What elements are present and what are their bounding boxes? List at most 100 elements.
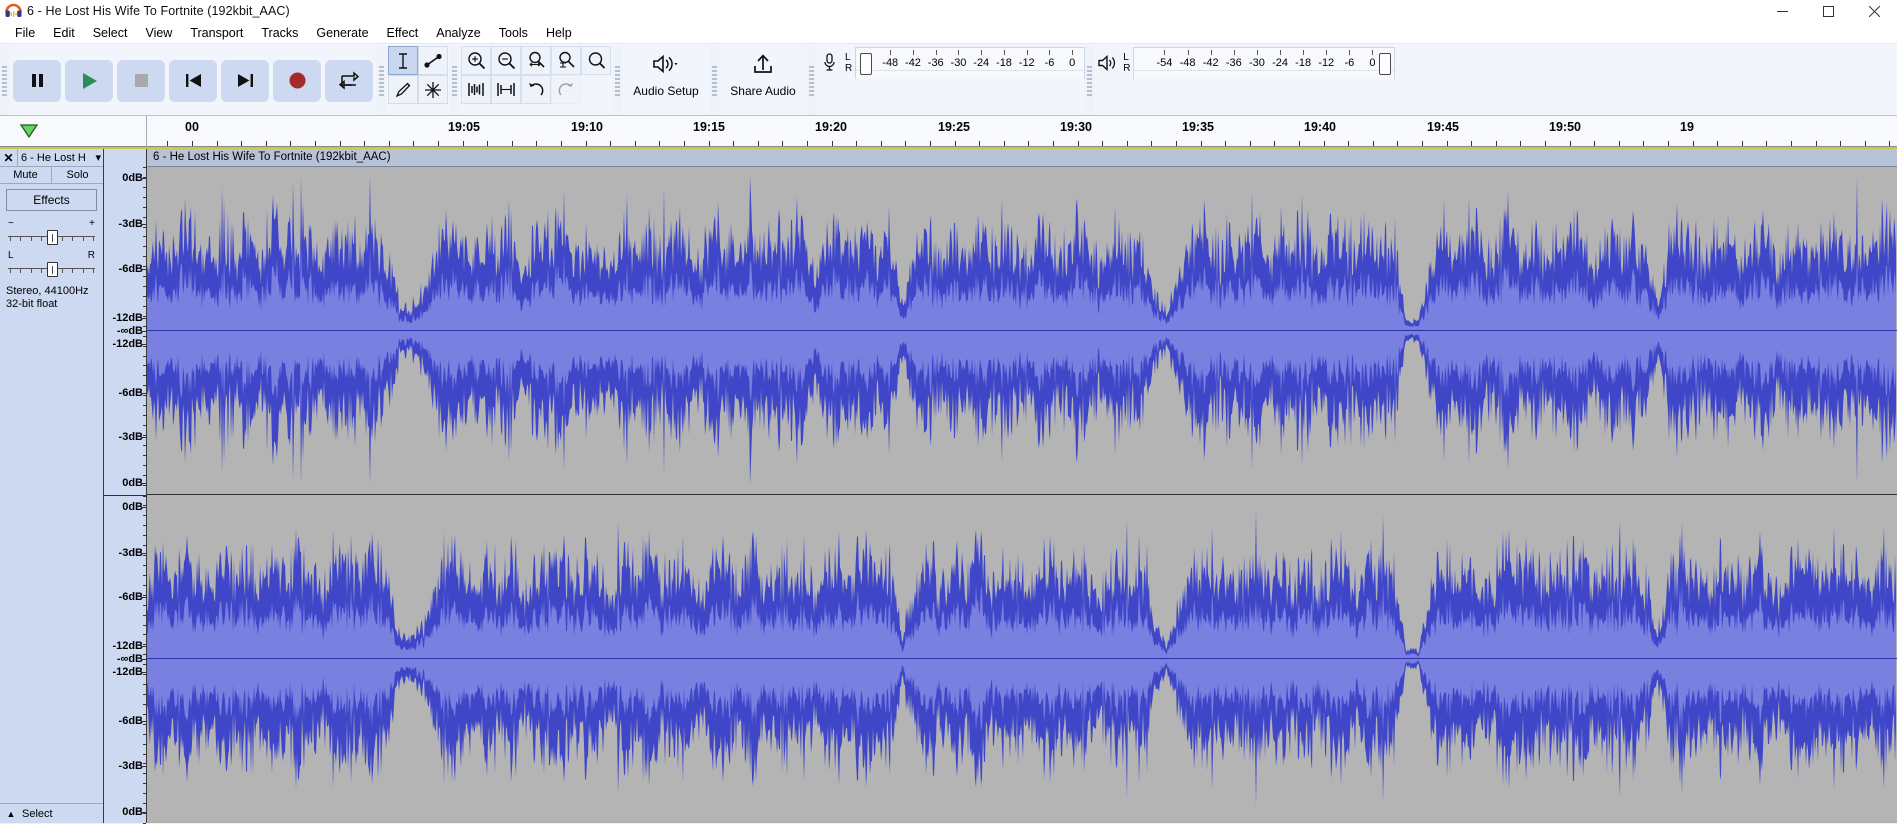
gain-slider-thumb[interactable] xyxy=(46,230,58,245)
fit-project-button[interactable] xyxy=(551,46,581,75)
multi-tool-button[interactable] xyxy=(418,75,448,104)
menu-view[interactable]: View xyxy=(136,24,181,42)
db-ruler-minor-tick xyxy=(143,335,146,337)
share-audio-toolbar-grip[interactable] xyxy=(710,46,719,115)
timeline-tick xyxy=(216,141,218,146)
playback-meter-channels: L R xyxy=(1120,52,1133,74)
microphone-icon xyxy=(816,52,842,74)
gain-slider[interactable]: − + xyxy=(8,219,95,245)
vertical-db-ruler[interactable]: 0dB -3dB -6dB -12dB -∞dB -12dB -6dB -3dB 0dB 0dB -… xyxy=(104,149,147,824)
db-ruler-label: -3dB xyxy=(118,546,143,559)
meter-tick-label: -24 xyxy=(973,57,990,69)
waveform-display[interactable]: 6 - He Lost His Wife To Fortnite (192kbi… xyxy=(147,149,1897,823)
meter-tick-label: -12 xyxy=(1018,57,1035,69)
timeline-tick xyxy=(1003,141,1005,146)
menu-transport[interactable]: Transport xyxy=(181,24,252,42)
track-title-dropdown[interactable]: 6 - He Lost H ▾ xyxy=(18,151,103,165)
timeline-ruler[interactable]: 00 19:05 19:10 19:15 19:20 19:25 19:30 19:35 19:… xyxy=(147,116,1897,146)
menu-analyze[interactable]: Analyze xyxy=(427,24,489,42)
close-button[interactable] xyxy=(1851,0,1897,22)
transport-toolbar-grip[interactable] xyxy=(0,46,9,115)
recording-meter-grip[interactable] xyxy=(807,46,816,115)
fit-selection-button[interactable] xyxy=(521,46,551,75)
effects-button[interactable]: Effects xyxy=(6,189,97,211)
timeline-tick xyxy=(1348,141,1350,146)
db-ruler-minor-tick xyxy=(143,624,146,626)
playback-volume-slider[interactable] xyxy=(1379,53,1392,75)
waveform-left-svg xyxy=(147,167,1897,494)
menu-generate[interactable]: Generate xyxy=(307,24,377,42)
timeline-left-gutter xyxy=(0,116,147,146)
menu-tools[interactable]: Tools xyxy=(490,24,537,42)
waveform-channel-left[interactable] xyxy=(147,167,1897,494)
envelope-tool-button[interactable] xyxy=(418,46,448,75)
waveform-channel-right[interactable] xyxy=(147,494,1897,822)
recording-meter[interactable]: L R -48 -42 -36 -30 -24 -18 -12 -6 0 xyxy=(816,46,1086,80)
clip-title-bar[interactable]: 6 - He Lost His Wife To Fortnite (192kbi… xyxy=(147,149,1897,167)
timeline-tick xyxy=(708,141,710,146)
audio-setup-toolbar-grip[interactable] xyxy=(613,46,622,115)
menu-tracks[interactable]: Tracks xyxy=(252,24,307,42)
tools-toolbar-grip[interactable] xyxy=(377,46,386,115)
recording-meter-scale[interactable]: -48 -42 -36 -30 -24 -18 -12 -6 0 xyxy=(855,47,1086,79)
db-ruler-minor-tick xyxy=(143,296,146,297)
select-track-button[interactable]: Select xyxy=(22,808,53,820)
edit-toolbar-grip[interactable] xyxy=(450,46,459,115)
db-ruler-minor-tick xyxy=(143,345,146,347)
db-ruler-minor-tick xyxy=(143,355,146,357)
track-control-panel[interactable]: ✕ 6 - He Lost H ▾ Mute Solo Effects − + xyxy=(0,149,104,823)
timeline-tick xyxy=(954,141,956,146)
record-button[interactable] xyxy=(273,59,321,102)
db-ruler-label: -12dB xyxy=(112,666,143,679)
share-audio-button[interactable]: Share Audio xyxy=(719,46,807,104)
timeline-tick xyxy=(1397,141,1399,146)
skip-to-start-button[interactable] xyxy=(169,59,217,102)
playback-meter-grip[interactable] xyxy=(1085,46,1095,115)
timeline-tick xyxy=(1028,141,1030,146)
db-ruler-minor-tick xyxy=(143,444,146,446)
menu-edit[interactable]: Edit xyxy=(44,24,84,42)
zoom-in-button[interactable] xyxy=(461,46,491,75)
minimize-button[interactable] xyxy=(1759,0,1805,22)
db-ruler-minor-tick xyxy=(143,286,146,288)
skip-to-end-button[interactable] xyxy=(221,59,269,102)
db-ruler-tick xyxy=(141,765,146,767)
zoom-toggle-button[interactable] xyxy=(581,46,611,75)
pan-slider-thumb[interactable] xyxy=(46,262,58,277)
window-title: 6 - He Lost His Wife To Fortnite (192kbi… xyxy=(27,3,290,18)
maximize-button[interactable] xyxy=(1805,0,1851,22)
recording-volume-slider[interactable] xyxy=(860,53,873,75)
chevron-down-icon[interactable]: ▾ xyxy=(95,151,103,164)
stop-button[interactable] xyxy=(117,59,165,102)
timeline-tick xyxy=(905,141,907,146)
db-ruler-minor-tick xyxy=(143,474,146,476)
play-button[interactable] xyxy=(65,59,113,102)
menu-select[interactable]: Select xyxy=(84,24,137,42)
pinned-play-head-button[interactable] xyxy=(14,118,44,144)
draw-tool-button[interactable] xyxy=(388,75,418,104)
db-ruler-label: -∞dB xyxy=(116,653,143,666)
loop-button[interactable] xyxy=(325,59,373,102)
mute-button[interactable]: Mute xyxy=(0,167,52,183)
db-ruler-minor-tick xyxy=(143,365,146,367)
silence-audio-button[interactable] xyxy=(491,75,521,104)
playback-meter[interactable]: L R -54 -48 -42 -36 -30 -24 -18 -12 -6 0 xyxy=(1094,46,1396,80)
zoom-out-button[interactable] xyxy=(491,46,521,75)
menu-file[interactable]: File xyxy=(6,24,44,42)
pause-button[interactable] xyxy=(13,59,61,102)
timeline-label: 19:25 xyxy=(938,120,970,134)
selection-tool-button[interactable] xyxy=(388,46,418,75)
audio-setup-button[interactable]: Audio Setup xyxy=(622,46,710,104)
pan-slider[interactable]: L R xyxy=(8,251,95,277)
playback-meter-scale[interactable]: -54 -48 -42 -36 -30 -24 -18 -12 -6 0 xyxy=(1133,47,1396,79)
solo-button[interactable]: Solo xyxy=(52,167,103,183)
collapse-track-button[interactable]: ▲ xyxy=(0,809,22,819)
redo-button[interactable] xyxy=(551,75,581,104)
close-track-button[interactable]: ✕ xyxy=(0,149,18,166)
db-ruler-label: -3dB xyxy=(118,759,143,772)
db-ruler-minor-tick xyxy=(143,783,146,785)
menu-effect[interactable]: Effect xyxy=(378,24,428,42)
menu-help[interactable]: Help xyxy=(537,24,581,42)
undo-button[interactable] xyxy=(521,75,551,104)
trim-audio-button[interactable] xyxy=(461,75,491,104)
